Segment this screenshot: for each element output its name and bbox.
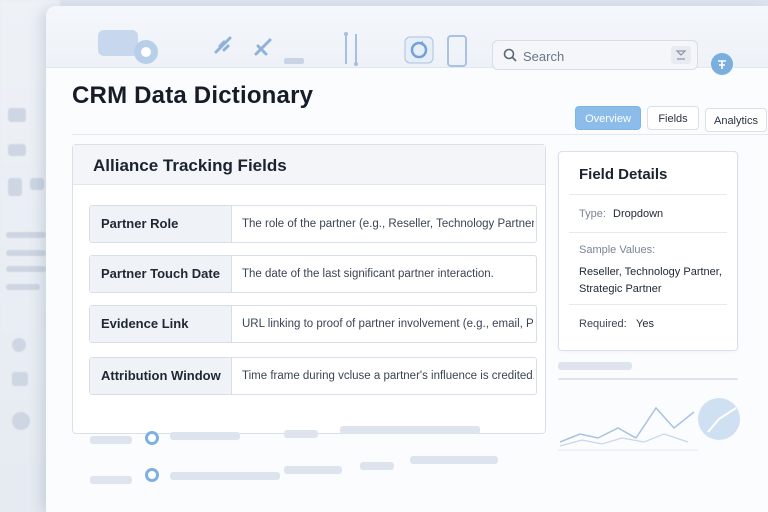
placeholder-bar	[558, 362, 632, 370]
sample-values-label: Sample Values:	[579, 244, 656, 256]
field-description: URL linking to proof of partner involvem…	[242, 318, 534, 330]
bg-block	[30, 178, 44, 190]
bg-block	[6, 284, 40, 290]
app-window: CRM Data Dictionary Overview Fields Anal…	[46, 6, 768, 512]
field-name: Partner Role	[90, 206, 232, 242]
edit-icon[interactable]	[252, 36, 278, 60]
field-name: Attribution Window	[90, 358, 232, 394]
tab-overview[interactable]: Overview	[575, 106, 641, 130]
radio-dot[interactable]	[145, 468, 159, 482]
panel-divider	[569, 232, 727, 233]
bg-block	[6, 232, 46, 238]
field-row[interactable]: Partner Role The role of the partner (e.…	[89, 205, 537, 243]
user-avatar-icon[interactable]	[711, 53, 733, 75]
toolbar-bar	[284, 58, 304, 64]
header-divider	[72, 134, 768, 135]
panel-divider	[569, 304, 727, 305]
panel-title: Field Details	[579, 166, 668, 183]
placeholder-bar	[410, 456, 498, 464]
sample-values: Reseller, Technology Partner, Strategic …	[579, 266, 722, 295]
field-description: Time frame during vcluse a partner's inf…	[242, 370, 534, 382]
bg-block	[6, 266, 46, 272]
chart-mini-icon	[558, 406, 698, 451]
field-name: Partner Touch Date	[90, 256, 232, 292]
phone-icon[interactable]	[446, 34, 468, 68]
top-toolbar	[46, 6, 768, 75]
field-row[interactable]: Attribution Window Time frame during vcl…	[89, 357, 537, 395]
field-row[interactable]: Partner Touch Date The date of the last …	[89, 255, 537, 293]
placeholder-bar	[90, 476, 132, 484]
card-header: Alliance Tracking Fields	[73, 145, 545, 185]
search-icon	[503, 48, 517, 62]
bg-block	[8, 108, 26, 122]
required-label: Required:	[579, 318, 627, 330]
type-value: Dropdown	[613, 208, 664, 220]
bg-block	[8, 144, 26, 156]
search-box[interactable]	[492, 40, 698, 70]
placeholder-bar	[360, 462, 394, 470]
placeholder-bar	[558, 378, 738, 380]
field-description: The date of the last significant partner…	[242, 268, 494, 280]
placeholder-bar	[284, 430, 318, 438]
bg-block	[12, 372, 28, 386]
sync-icon[interactable]	[404, 36, 434, 64]
field-row[interactable]: Evidence Link URL linking to proof of pa…	[89, 305, 537, 343]
bg-block	[8, 178, 22, 196]
bg-block	[12, 338, 26, 352]
panel-divider	[569, 194, 727, 195]
link-icon[interactable]	[212, 34, 236, 58]
radio-dot[interactable]	[145, 431, 159, 445]
placeholder-bar	[90, 436, 132, 444]
field-description: The role of the partner (e.g., Reseller,…	[242, 218, 534, 230]
type-label: Type:	[579, 208, 606, 220]
tab-analytics[interactable]: Analytics	[705, 108, 767, 132]
clear-icon[interactable]	[671, 46, 691, 64]
field-details-panel: Field Details Type: Dropdown Sample Valu…	[558, 151, 738, 351]
page-title: CRM Data Dictionary	[72, 82, 314, 109]
folder-icon[interactable]	[94, 22, 174, 68]
required-value: Yes	[636, 318, 654, 330]
search-input[interactable]	[523, 46, 663, 66]
selection-icon[interactable]	[338, 32, 364, 66]
field-name: Evidence Link	[90, 306, 232, 342]
bg-block	[6, 250, 46, 256]
placeholder-bar	[170, 472, 280, 480]
placeholder-bar	[170, 432, 240, 440]
pie-icon	[698, 398, 740, 440]
tab-fields[interactable]: Fields	[647, 106, 699, 130]
placeholder-bar	[284, 466, 342, 474]
card-title: Alliance Tracking Fields	[93, 156, 287, 175]
alliance-fields-card: Alliance Tracking Fields Partner Role Th…	[72, 144, 546, 434]
placeholder-bar	[340, 426, 480, 434]
bg-block	[12, 412, 30, 430]
